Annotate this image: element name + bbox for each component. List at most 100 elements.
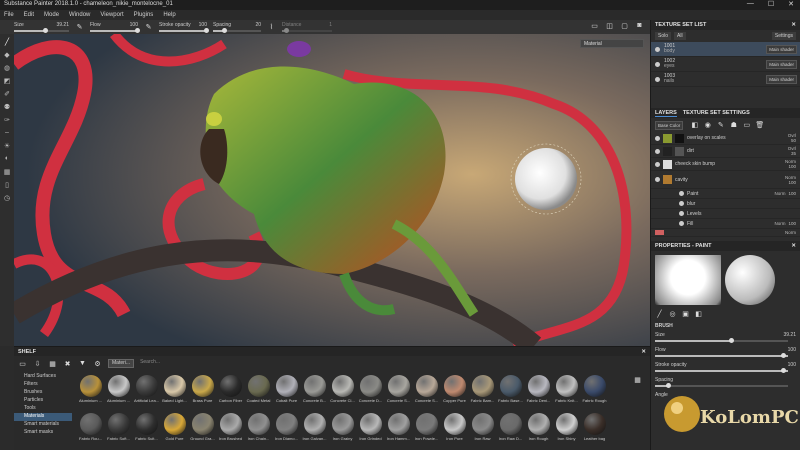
material-item[interactable]: Fabric Rough — [582, 375, 607, 411]
cube-view-icon[interactable]: ◫ — [605, 21, 614, 30]
stencil-tab-icon[interactable]: ▣ — [681, 309, 690, 318]
menu-edit[interactable]: Edit — [24, 12, 34, 20]
size-slider[interactable] — [14, 28, 69, 33]
category-item[interactable]: Brushes — [14, 389, 72, 397]
layer-blend[interactable]: Norm — [785, 175, 796, 180]
pen-pressure-icon[interactable]: ✎ — [144, 23, 153, 32]
layer-opacity[interactable]: 100 — [785, 180, 796, 185]
picker-icon[interactable]: ✑ — [3, 115, 12, 124]
close-icon[interactable]: ✕ — [791, 22, 796, 28]
delete-icon[interactable]: 🗑 — [755, 121, 764, 130]
close-icon[interactable]: ✕ — [641, 349, 646, 355]
brush-flow-slider[interactable] — [655, 353, 788, 358]
stroke-opacity-option[interactable]: Stroke opacity 100 — [159, 21, 210, 33]
brush-alpha-preview[interactable] — [655, 255, 721, 305]
eye-icon[interactable] — [679, 221, 684, 226]
brush-sphere-preview[interactable] — [725, 255, 775, 305]
material-item[interactable]: Concrete S... — [386, 375, 411, 411]
close-icon[interactable]: ✕ — [791, 243, 796, 249]
effect-row[interactable]: Paint Norm 100 — [651, 189, 800, 199]
distance-slider[interactable] — [282, 28, 332, 33]
add-layer-icon[interactable]: ◧ — [690, 121, 699, 130]
material-item[interactable]: Brass Pure — [190, 375, 215, 411]
folder-icon[interactable]: ▭ — [590, 21, 599, 30]
search-input[interactable]: Search... — [140, 359, 160, 368]
eye-icon[interactable] — [655, 177, 660, 182]
render-mode-select[interactable]: Material — [580, 39, 644, 48]
info-icon[interactable]: ▦ — [3, 167, 12, 176]
material-item[interactable]: Iron Raw — [470, 413, 495, 449]
alpha-tab-icon[interactable]: ◎ — [668, 309, 677, 318]
material-item[interactable]: Concrete S... — [414, 375, 439, 411]
shader-select[interactable]: Main shader — [766, 59, 797, 69]
effect-row[interactable]: Levels — [651, 209, 800, 219]
material-tab-icon[interactable]: ◧ — [694, 309, 703, 318]
clone-icon[interactable]: ⚉ — [3, 102, 12, 111]
effect-row[interactable]: blur — [651, 199, 800, 209]
eraser-icon[interactable]: ◆ — [3, 50, 12, 59]
brush-tab-icon[interactable]: ╱ — [655, 309, 664, 318]
lazy-mouse-icon[interactable]: ⌇ — [267, 23, 276, 32]
filter-icon[interactable]: ▼ — [78, 359, 87, 368]
category-item[interactable]: Tools — [14, 405, 72, 413]
layer-opacity[interactable]: 35 — [788, 151, 796, 156]
2d-view-icon[interactable]: ▢ — [620, 21, 629, 30]
menu-window[interactable]: Window — [69, 12, 90, 20]
layer-opacity[interactable]: 100 — [785, 164, 796, 169]
brush-size-slider[interactable] — [655, 338, 788, 343]
layer-row[interactable]: dirt Ovrl 35 — [651, 145, 800, 158]
eye-icon[interactable] — [679, 201, 684, 206]
menu-viewport[interactable]: Viewport — [100, 12, 123, 20]
layer-row[interactable]: cheeck skin bump Norm 100 — [651, 158, 800, 171]
material-item[interactable]: Concrete D... — [358, 375, 383, 411]
camera-icon[interactable]: ◙ — [635, 21, 644, 30]
material-item[interactable]: Iron Hamm... — [386, 413, 411, 449]
texture-set-item[interactable]: 1003 nails Main shader — [651, 72, 800, 87]
layer-row[interactable]: Norm — [651, 229, 800, 237]
material-item[interactable]: Iron Raw D... — [498, 413, 523, 449]
flow-option[interactable]: Flow 100 — [90, 21, 141, 33]
layer-blend[interactable]: Norm — [785, 230, 796, 235]
material-item[interactable]: Iron Galvan... — [302, 413, 327, 449]
material-item[interactable]: Fabric Deni... — [526, 375, 551, 411]
effect-blend[interactable]: Norm — [774, 191, 785, 196]
material-item[interactable]: Aluminium ... — [78, 375, 103, 411]
material-item[interactable]: Concrete Cl... — [330, 375, 355, 411]
material-item[interactable]: Ground Gra... — [190, 413, 215, 449]
channel-select[interactable]: Base Color — [655, 120, 684, 130]
brush-flow-value[interactable]: 100 — [788, 347, 796, 353]
material-item[interactable]: Fabric Base... — [498, 375, 523, 411]
material-item[interactable]: Iron Powde... — [414, 413, 439, 449]
menu-plugins[interactable]: Plugins — [134, 12, 154, 20]
material-item[interactable]: Aluminium ... — [106, 375, 131, 411]
distance-option[interactable]: Distance 1 — [282, 21, 332, 33]
grid-size-icon[interactable]: ▦ — [633, 375, 642, 384]
material-item[interactable]: Iron Chain... — [246, 413, 271, 449]
display-icon[interactable]: ▯ — [3, 180, 12, 189]
tab-layers[interactable]: LAYERS — [655, 110, 677, 117]
menu-help[interactable]: Help — [163, 12, 175, 20]
material-item[interactable]: Coated Metal — [246, 375, 271, 411]
stroke-opacity-slider[interactable] — [159, 28, 210, 33]
settings-dropdown[interactable]: Settings — [771, 32, 796, 40]
material-item[interactable]: Leather bag — [582, 413, 607, 449]
settings-icon[interactable]: ⚙ — [93, 359, 102, 368]
material-item[interactable]: Carbon Fiber — [218, 375, 243, 411]
material-item[interactable]: Cobalt Pure — [274, 375, 299, 411]
3d-viewport[interactable]: Material — [14, 34, 650, 346]
spacing-slider[interactable] — [213, 28, 261, 33]
flow-slider[interactable] — [90, 28, 141, 33]
texture-set-item[interactable]: 1001 body Main shader — [651, 42, 800, 57]
shader-select[interactable]: Main shader — [766, 44, 797, 54]
shading-icon[interactable]: ◐ — [3, 154, 12, 163]
material-item[interactable]: Iron Rough — [526, 413, 551, 449]
delete-icon[interactable]: ✖ — [63, 359, 72, 368]
close-button[interactable]: ✕ — [788, 0, 794, 8]
material-item[interactable]: Iron Pure — [442, 413, 467, 449]
spacing-option[interactable]: Spacing 20 — [213, 21, 261, 33]
material-item[interactable]: Gold Pure — [162, 413, 187, 449]
texture-set-item[interactable]: 1002 eyes Main shader — [651, 57, 800, 72]
material-item[interactable]: Fabric Bam... — [470, 375, 495, 411]
eye-icon[interactable] — [679, 191, 684, 196]
layer-opacity[interactable]: 50 — [788, 138, 796, 143]
